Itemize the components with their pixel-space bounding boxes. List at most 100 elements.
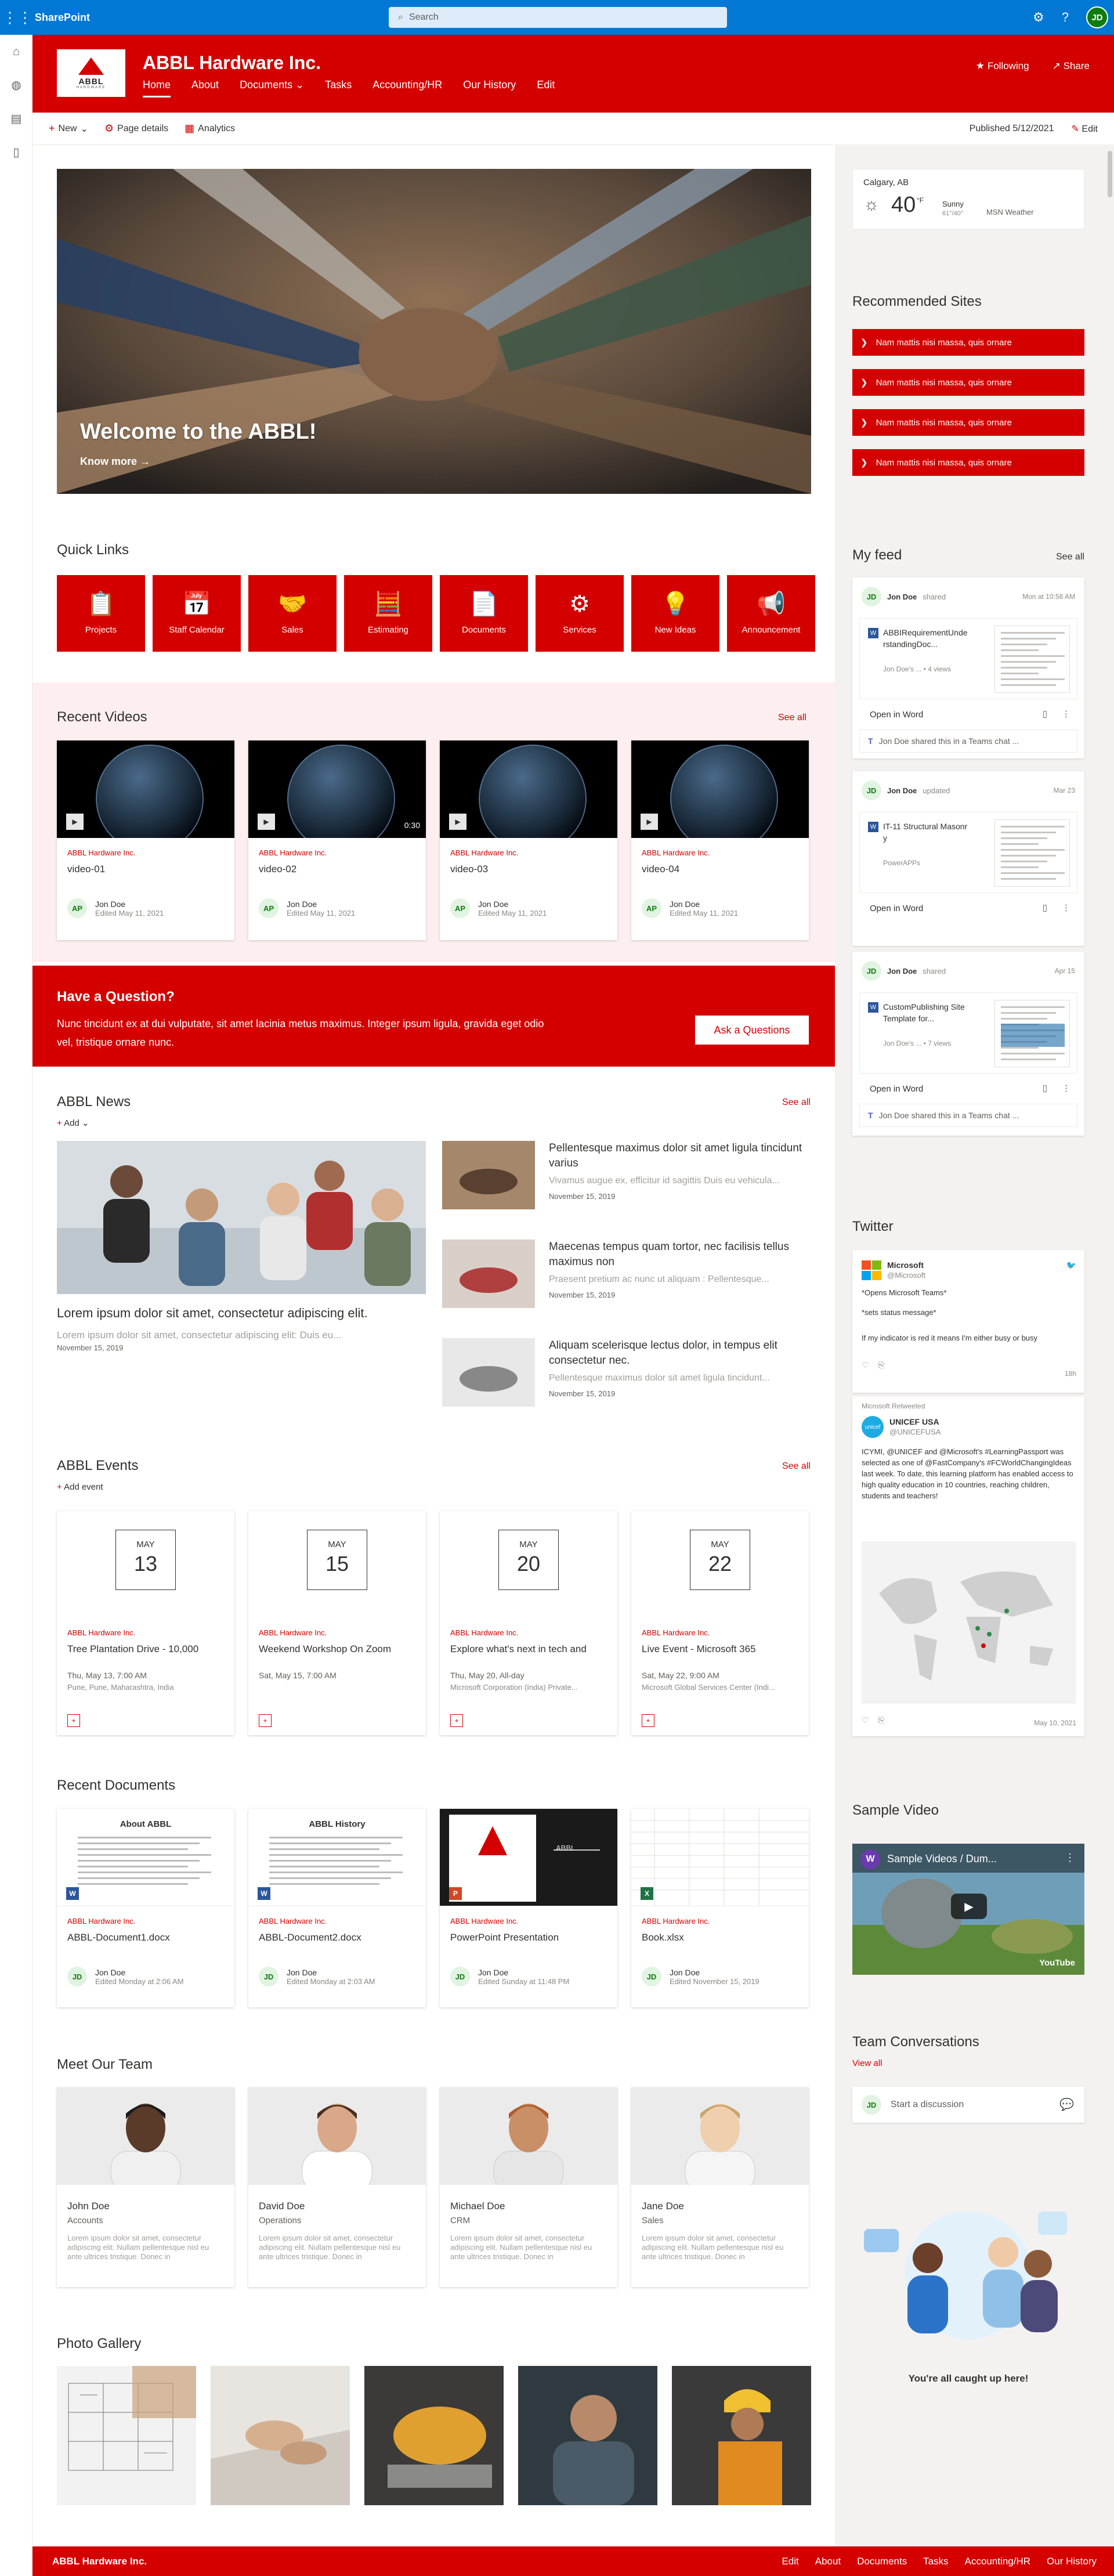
feed-card[interactable]: JD Jon Doe shared Mon at 10:56 AM W ABBIRequi…: [852, 577, 1084, 758]
news-item-title[interactable]: Aliquam scelerisque lectus dolor, in tem…: [549, 1338, 804, 1368]
document-card[interactable]: About ABBL W ABBL Hardware Inc. ABBL-Docume…: [57, 1809, 234, 2007]
team-member-photo[interactable]: [440, 2087, 617, 2185]
play-icon[interactable]: ▶: [66, 814, 84, 830]
event-title[interactable]: Tree Plantation Drive - 10,000: [67, 1643, 227, 1655]
open-in-word-link[interactable]: Open in Word: [870, 904, 923, 913]
video-thumbnail[interactable]: ▶ 0:30: [248, 740, 426, 838]
youtube-video-player[interactable]: W Sample Videos / Dum... ⋮ ▶ YouTube: [852, 1844, 1084, 1975]
quick-link-tile[interactable]: ⚙ Services: [536, 575, 624, 652]
document-card[interactable]: ABBL History W ABBL Hardware Inc. ABBL-Docu…: [248, 1809, 426, 2007]
search-box[interactable]: ⌕ Search: [389, 7, 727, 28]
play-icon[interactable]: ▶: [641, 814, 658, 830]
document-thumbnail[interactable]: ABBL P: [440, 1809, 617, 1906]
retweet-card[interactable]: Microsoft Retweeted unicef UNICEF USA @U…: [852, 1396, 1084, 1736]
footer-brand[interactable]: ABBL Hardware Inc.: [52, 2556, 147, 2567]
gallery-photo[interactable]: [518, 2366, 657, 2505]
quick-link-tile[interactable]: 📢 Announcement: [727, 575, 815, 652]
video-card[interactable]: ▶ ABBL Hardware Inc. video-01 AP Jon Doe Edit…: [57, 740, 234, 940]
app-launcher-icon[interactable]: ⋮⋮: [0, 0, 35, 35]
document-thumbnail[interactable]: ABBL History W: [248, 1809, 426, 1906]
help-icon[interactable]: ?: [1062, 10, 1069, 25]
event-title[interactable]: Explore what's next in tech and: [450, 1643, 610, 1655]
feed-card[interactable]: JD Jon Doe shared Apr 15 W CustomPublishing S…: [852, 952, 1084, 1136]
feed-doc-title[interactable]: IT-11 Structural Masonry: [883, 821, 970, 844]
document-card[interactable]: X ABBL Hardware Inc. Book.xlsx JD Jon Doe Edi…: [631, 1809, 809, 2007]
file-icon[interactable]: ▯: [0, 136, 32, 169]
card-source[interactable]: ABBL Hardware Inc.: [450, 1628, 518, 1637]
card-source[interactable]: ABBL Hardware Inc.: [259, 848, 327, 857]
add-to-calendar-icon[interactable]: +: [259, 1714, 272, 1727]
footer-link[interactable]: Tasks: [923, 2556, 948, 2567]
feed-document-preview[interactable]: W ABBIRequirementUnderstandingDoc... Jon D…: [859, 618, 1077, 699]
settings-gear-icon[interactable]: ⚙: [1033, 10, 1044, 25]
page-details-button[interactable]: ⚙ Page details: [104, 122, 168, 135]
event-card[interactable]: MAY 20 ABBL Hardware Inc. Explore what's ne…: [440, 1511, 617, 1735]
team-member-card[interactable]: David Doe Operations Lorem ipsum dolor sit…: [248, 2087, 426, 2287]
video-card[interactable]: ▶ ABBL Hardware Inc. video-03 AP Jon Doe Edit…: [440, 740, 617, 940]
nav-edit[interactable]: Edit: [537, 79, 555, 97]
add-to-calendar-icon[interactable]: +: [450, 1714, 463, 1727]
quick-link-tile[interactable]: 📄 Documents: [440, 575, 528, 652]
nav-documents[interactable]: Documents ⌄: [240, 79, 304, 97]
new-button[interactable]: + New ⌄: [49, 122, 88, 135]
bookmark-icon[interactable]: ▯: [1043, 902, 1047, 913]
gallery-photo[interactable]: [211, 2366, 350, 2505]
share-button[interactable]: ↗ Share: [1052, 60, 1090, 72]
feed-document-preview[interactable]: W CustomPublishing Site Template for... Jo…: [859, 992, 1077, 1074]
recommended-site-link[interactable]: ❯ Nam mattis nisi massa, quis ornare: [852, 369, 1084, 396]
heart-icon[interactable]: ♡ ⎘: [862, 1715, 884, 1725]
weather-widget[interactable]: Calgary, AB ☼ 40 °F Sunny 61°/40° MSN We…: [852, 169, 1084, 229]
card-source[interactable]: ABBL Hardware Inc.: [67, 1628, 135, 1637]
news-icon[interactable]: ▤: [0, 102, 32, 136]
quick-link-tile[interactable]: 🤝 Sales: [248, 575, 337, 652]
user-avatar[interactable]: JD: [1086, 6, 1108, 28]
team-member-photo[interactable]: [631, 2087, 809, 2185]
following-button[interactable]: ★ Following: [976, 60, 1029, 72]
news-main-image[interactable]: [57, 1141, 426, 1294]
start-discussion-box[interactable]: JD Start a discussion 💬: [852, 2087, 1084, 2123]
teams-share-note[interactable]: T Jon Doe shared this in a Teams chat ...: [859, 1104, 1077, 1127]
add-to-calendar-icon[interactable]: +: [642, 1714, 654, 1727]
site-logo[interactable]: ABBL HARDWARE: [57, 49, 125, 97]
card-source[interactable]: ABBL Hardware Inc.: [450, 1917, 518, 1925]
edit-button[interactable]: ✎ Edit: [1072, 123, 1098, 135]
add-news-button[interactable]: + Add ⌄: [57, 1118, 89, 1128]
event-card[interactable]: MAY 22 ABBL Hardware Inc. Live Event - Micr…: [631, 1511, 809, 1735]
document-title[interactable]: PowerPoint Presentation: [450, 1932, 559, 1943]
card-source[interactable]: ABBL Hardware Inc.: [259, 1628, 327, 1637]
news-item-image[interactable]: [442, 1338, 535, 1407]
nav-about[interactable]: About: [191, 79, 219, 97]
tweet-card[interactable]: Microsoft @Microsoft 🐦 *Opens Microsoft …: [852, 1250, 1084, 1393]
add-event-button[interactable]: + Add event: [57, 1482, 103, 1492]
open-in-word-link[interactable]: Open in Word: [870, 1084, 923, 1094]
video-thumbnail[interactable]: ▶: [440, 740, 617, 838]
sharepoint-brand[interactable]: SharePoint: [35, 12, 90, 24]
news-item-image[interactable]: [442, 1141, 535, 1209]
nav-history[interactable]: Our History: [463, 79, 516, 97]
nav-home[interactable]: Home: [143, 79, 171, 97]
news-see-all-link[interactable]: See all: [782, 1097, 811, 1108]
conversations-view-all-link[interactable]: View all: [852, 2058, 882, 2068]
card-source[interactable]: ABBL Hardware Inc.: [642, 1917, 710, 1925]
event-card[interactable]: MAY 13 ABBL Hardware Inc. Tree Plantation D…: [57, 1511, 234, 1735]
video-thumbnail[interactable]: ▶: [631, 740, 809, 838]
feed-card[interactable]: JD Jon Doe updated Mar 23 W IT-11 Structural …: [852, 771, 1084, 946]
quick-link-tile[interactable]: 💡 New Ideas: [631, 575, 719, 652]
scrollbar-thumb[interactable]: [1108, 151, 1112, 197]
more-icon[interactable]: ⋮: [1062, 709, 1070, 719]
analytics-button[interactable]: ▦ Analytics: [185, 122, 235, 135]
nav-tasks[interactable]: Tasks: [325, 79, 352, 97]
recommended-site-link[interactable]: ❯ Nam mattis nisi massa, quis ornare: [852, 329, 1084, 356]
video-thumbnail[interactable]: ▶: [57, 740, 234, 838]
site-title[interactable]: ABBL Hardware Inc.: [143, 52, 321, 74]
event-card[interactable]: MAY 15 ABBL Hardware Inc. Weekend Workshop …: [248, 1511, 426, 1735]
video-card[interactable]: ▶ ABBL Hardware Inc. video-04 AP Jon Doe Edit…: [631, 740, 809, 940]
chat-bubble-icon[interactable]: 💬: [1059, 2097, 1074, 2112]
document-card[interactable]: ABBL P ABBL Hardware Inc. PowerPoint Presen…: [440, 1809, 617, 2007]
team-member-name[interactable]: John Doe: [67, 2201, 110, 2212]
footer-link[interactable]: Edit: [782, 2556, 798, 2567]
recommended-site-link[interactable]: ❯ Nam mattis nisi massa, quis ornare: [852, 449, 1084, 476]
card-source[interactable]: ABBL Hardware Inc.: [67, 848, 135, 857]
heart-icon[interactable]: ♡ ⎘: [862, 1360, 884, 1370]
more-icon[interactable]: ⋮: [1062, 902, 1070, 913]
